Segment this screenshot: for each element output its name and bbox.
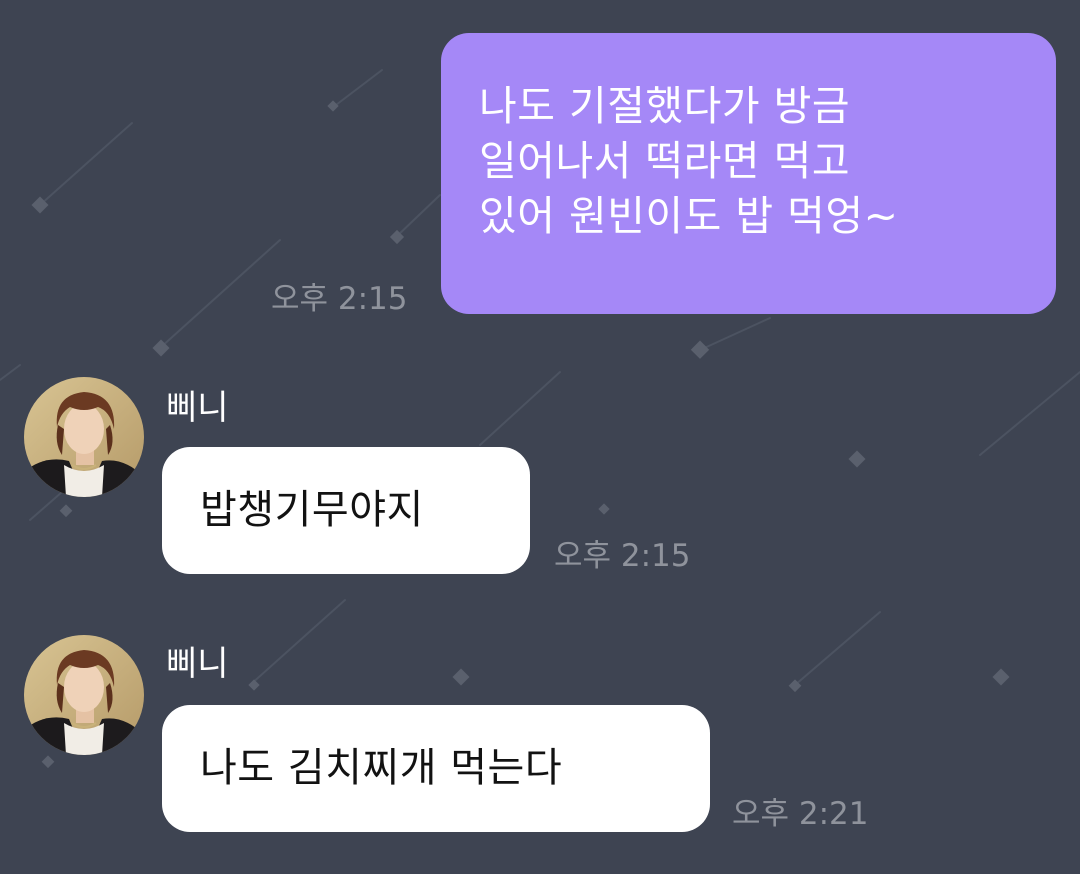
bg-streak	[699, 317, 771, 351]
message-text: 밥챙기무야지	[200, 487, 424, 533]
bg-streak	[979, 371, 1080, 456]
bg-star	[59, 504, 73, 518]
incoming-message-bubble[interactable]: 나도 김치찌개 먹는다	[162, 705, 710, 832]
bg-streak	[249, 599, 346, 686]
profile-photo-avatar-icon	[24, 635, 144, 755]
sender-name: 삐니	[166, 644, 229, 684]
message-text-line: 일어나서 떡라면 먹고	[479, 137, 851, 185]
message-timestamp: 오후 2:15	[554, 538, 691, 574]
sender-name: 삐니	[166, 388, 229, 428]
bg-star	[452, 668, 470, 686]
incoming-message-bubble[interactable]: 밥챙기무야지	[162, 447, 530, 574]
bg-streak	[0, 364, 21, 381]
bg-streak	[39, 122, 133, 206]
sender-avatar[interactable]	[24, 377, 144, 497]
message-timestamp: 오후 2:21	[732, 796, 869, 832]
sender-avatar[interactable]	[24, 635, 144, 755]
message-text-line: 있어 원빈이도 밥 먹엉~	[479, 192, 899, 240]
bg-star	[41, 755, 55, 769]
profile-photo-avatar-icon	[24, 377, 144, 497]
bg-star	[992, 668, 1010, 686]
outgoing-message-bubble[interactable]: 나도 기절했다가 방금 일어나서 떡라면 먹고 있어 원빈이도 밥 먹엉~	[441, 33, 1056, 314]
bg-streak	[29, 491, 63, 521]
bg-star	[848, 450, 866, 468]
bg-streak	[479, 371, 561, 446]
bg-star	[327, 100, 339, 112]
bg-star	[690, 340, 710, 359]
message-timestamp: 오후 2:15	[271, 281, 408, 317]
bg-star	[248, 679, 260, 691]
bg-streak	[159, 239, 281, 349]
bg-streak	[394, 194, 441, 239]
message-text: 나도 김치찌개 먹는다	[200, 745, 563, 791]
bg-star	[598, 503, 610, 515]
bg-streak	[794, 611, 881, 686]
message-text-line: 나도 기절했다가 방금	[479, 82, 851, 130]
bg-streak	[331, 69, 383, 109]
